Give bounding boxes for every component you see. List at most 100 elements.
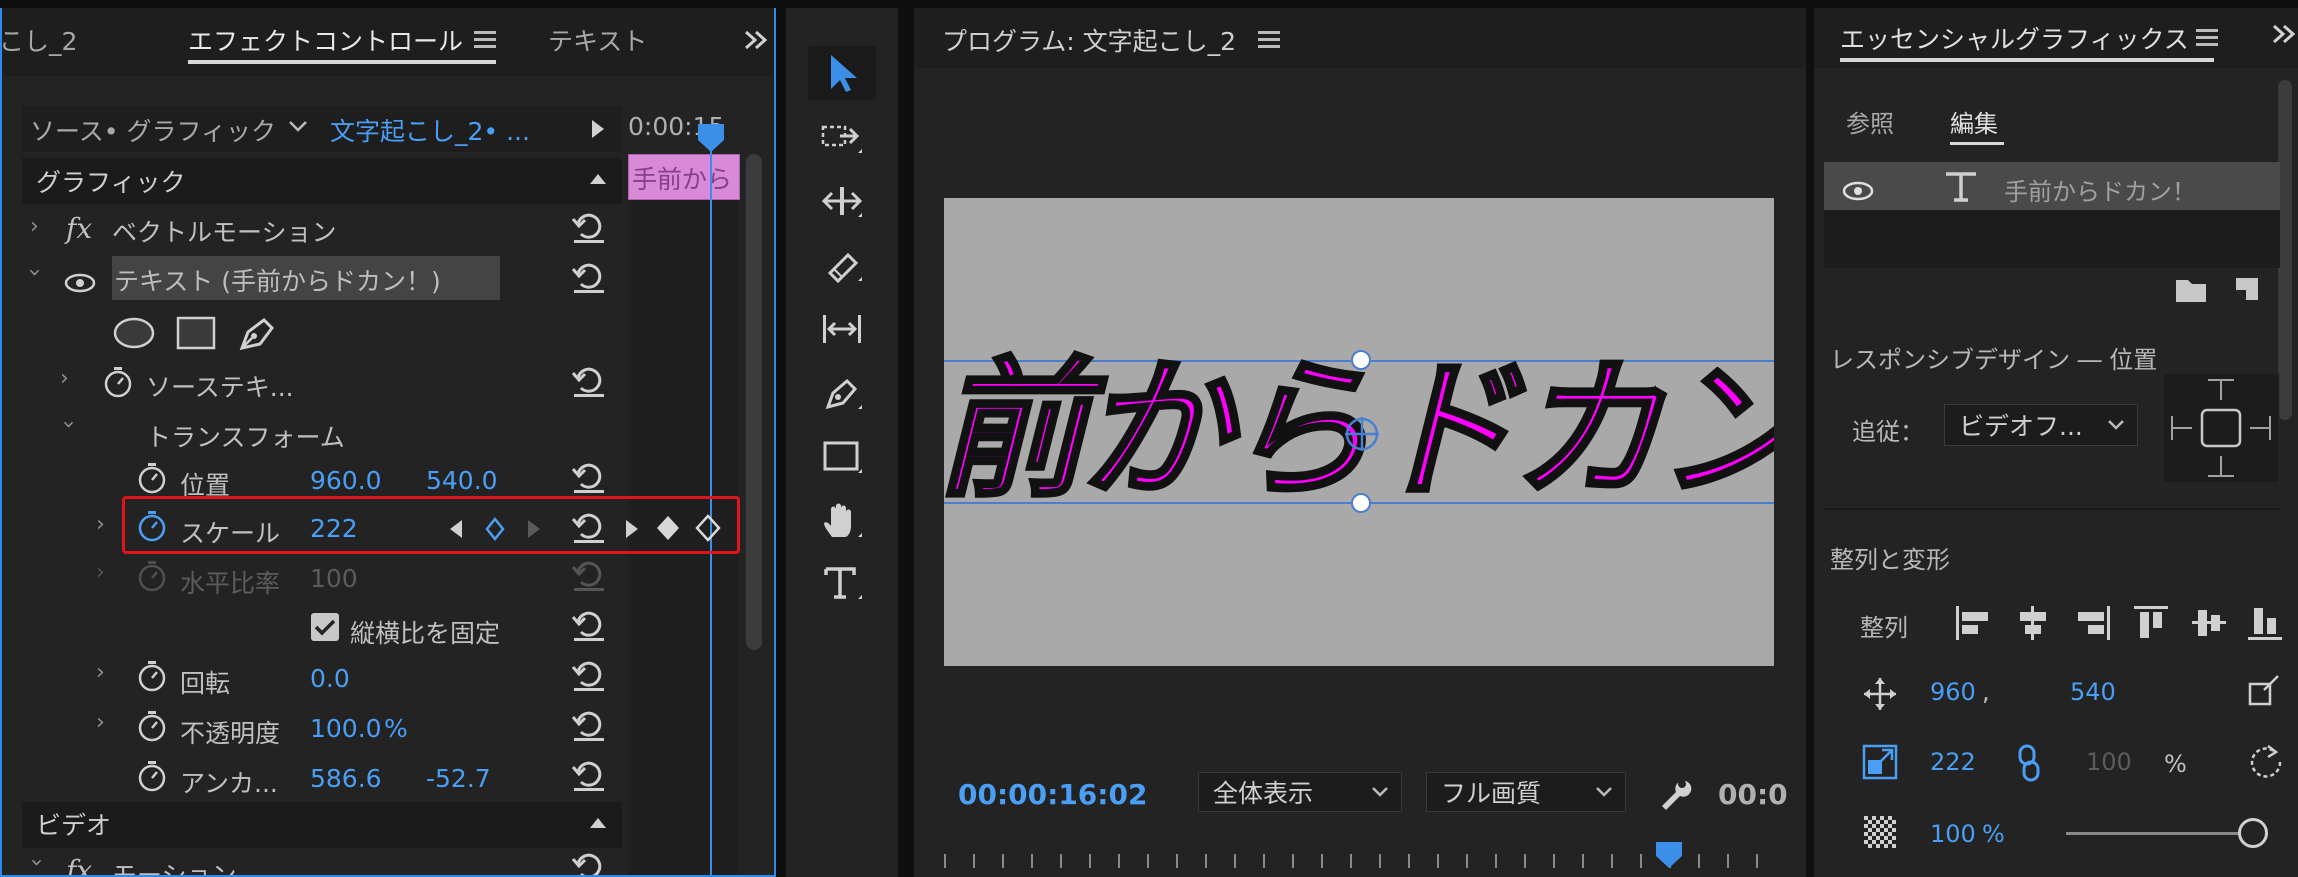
selection-tool[interactable] [808,46,876,100]
razor-tool[interactable] [808,238,876,292]
chevron-down-icon[interactable] [288,120,308,134]
anchor-y-value[interactable]: -52.7 [426,764,491,793]
rotation-value[interactable]: 0.0 [310,664,350,693]
collapse-chevron[interactable]: › [22,268,47,277]
anchor-point-icon[interactable] [1342,414,1382,454]
collapse-up-icon[interactable] [588,816,608,830]
eye-icon[interactable] [64,272,96,294]
vertical-scrollbar[interactable] [2278,80,2292,420]
panel-menu-icon[interactable] [2196,28,2218,48]
chevron-down-icon [2108,420,2124,430]
stopwatch-icon[interactable] [136,710,168,742]
position-x-value[interactable]: 960.0 [310,466,382,495]
reset-icon[interactable] [570,608,608,642]
layer-name[interactable]: 手前からドカン！ [2004,172,2196,207]
reset-icon [570,558,608,592]
position-y-value[interactable]: 540.0 [426,466,498,495]
tab-sequence[interactable]: 起こし_2 [2,22,77,58]
follow-dropdown[interactable]: ビデオフ... [1944,404,2138,446]
expand-chevron[interactable]: › [96,710,105,735]
video-frame[interactable]: 前からドカン [944,198,1774,666]
wrench-icon[interactable] [1656,774,1692,810]
eye-icon[interactable] [1842,180,1874,202]
transform-handle[interactable] [1351,493,1371,513]
align-left-icon[interactable] [1954,604,1992,642]
transform-handle[interactable] [1351,350,1371,370]
collapse-chevron[interactable]: › [56,420,81,429]
zoom-dropdown[interactable]: 全体表示 [1198,772,1402,812]
clip-name-link[interactable]: 文字起こし_2• ... [330,112,530,148]
reset-icon[interactable] [570,850,608,875]
align-bottom-icon[interactable] [2246,604,2284,642]
program-timecode[interactable]: 00:00:16:02 [958,778,1147,811]
panel-menu-icon[interactable] [1258,30,1280,50]
expand-chevron[interactable]: › [96,560,105,585]
align-top-icon[interactable] [2132,604,2170,642]
align-center-v-icon[interactable] [2190,604,2228,642]
eg-position-y[interactable]: 540 [2070,678,2116,706]
ellipse-mask-icon[interactable] [112,316,156,350]
collapse-chevron[interactable]: › [24,858,49,867]
reset-icon[interactable] [570,210,608,244]
track-select-tool[interactable] [808,110,876,164]
opacity-value[interactable]: 100.0 [310,714,382,743]
pen-mask-icon[interactable] [236,314,276,352]
new-layer-icon[interactable] [2232,274,2262,304]
checkbox-checked[interactable] [310,612,340,642]
opacity-slider-thumb[interactable] [2238,818,2268,848]
stopwatch-icon[interactable] [136,760,168,792]
ripple-edit-tool[interactable] [808,174,876,228]
tab-effect-controls[interactable]: エフェクトコントロール [188,22,463,58]
tab-browse[interactable]: 参照 [1846,104,1894,139]
program-monitor-title[interactable]: プログラム: 文字起こし_2 [942,22,1236,58]
slip-tool[interactable] [808,302,876,356]
playhead-handle[interactable] [698,124,724,152]
hand-tool[interactable] [808,494,876,548]
align-right-icon[interactable] [2074,604,2112,642]
expand-chevron[interactable]: › [30,214,39,239]
clip-bar-label: 手前から [632,165,732,194]
align-center-h-icon[interactable] [2014,604,2052,642]
folder-icon[interactable] [2174,276,2208,304]
reset-icon[interactable] [570,260,608,294]
eg-scale-value[interactable]: 222 [1930,748,1976,776]
tab-edit[interactable]: 編集 [1950,104,1998,139]
play-triangle-icon[interactable] [590,118,606,140]
expand-chevron[interactable]: › [96,660,105,685]
pen-tool[interactable] [808,366,876,420]
reset-icon[interactable] [570,708,608,742]
pin-position-widget[interactable] [2162,372,2280,484]
chevron-down-icon [1596,787,1612,797]
highlight-box [122,496,740,554]
timeline-ruler[interactable] [944,842,1774,877]
rotation-icon[interactable] [2246,742,2286,782]
panel-overflow-icon[interactable] [2270,22,2298,46]
rectangle-tool[interactable] [808,430,876,484]
anchor-x-value[interactable]: 586.6 [310,764,382,793]
stopwatch-icon[interactable] [136,660,168,692]
reset-icon[interactable] [570,758,608,792]
expand-chevron[interactable]: › [96,512,105,537]
panel-menu-icon[interactable] [474,30,496,50]
reset-icon[interactable] [570,364,608,398]
expand-chevron[interactable]: › [60,366,69,391]
reset-icon[interactable] [570,658,608,692]
anchor-toggle-icon[interactable] [2246,674,2284,712]
playhead-handle[interactable] [1656,842,1682,868]
rectangle-mask-icon[interactable] [176,316,216,350]
reset-icon[interactable] [570,460,608,494]
stopwatch-icon[interactable] [102,366,134,398]
quality-dropdown[interactable]: フル画質 [1426,772,1626,812]
tab-text[interactable]: テキスト [548,22,647,58]
collapse-up-icon[interactable] [588,172,608,186]
essential-graphics-title[interactable]: エッセンシャルグラフィックス [1840,20,2189,56]
vertical-scrollbar[interactable] [746,154,762,650]
stopwatch-icon [136,560,168,592]
eg-opacity-value[interactable]: 100 [1930,820,1976,848]
type-tool[interactable] [808,556,876,610]
link-icon[interactable] [2016,744,2042,782]
opacity-slider-track[interactable] [2066,832,2256,835]
panel-overflow-icon[interactable] [742,28,770,52]
eg-position-x[interactable]: 960 [1930,678,1976,706]
stopwatch-icon[interactable] [136,462,168,494]
